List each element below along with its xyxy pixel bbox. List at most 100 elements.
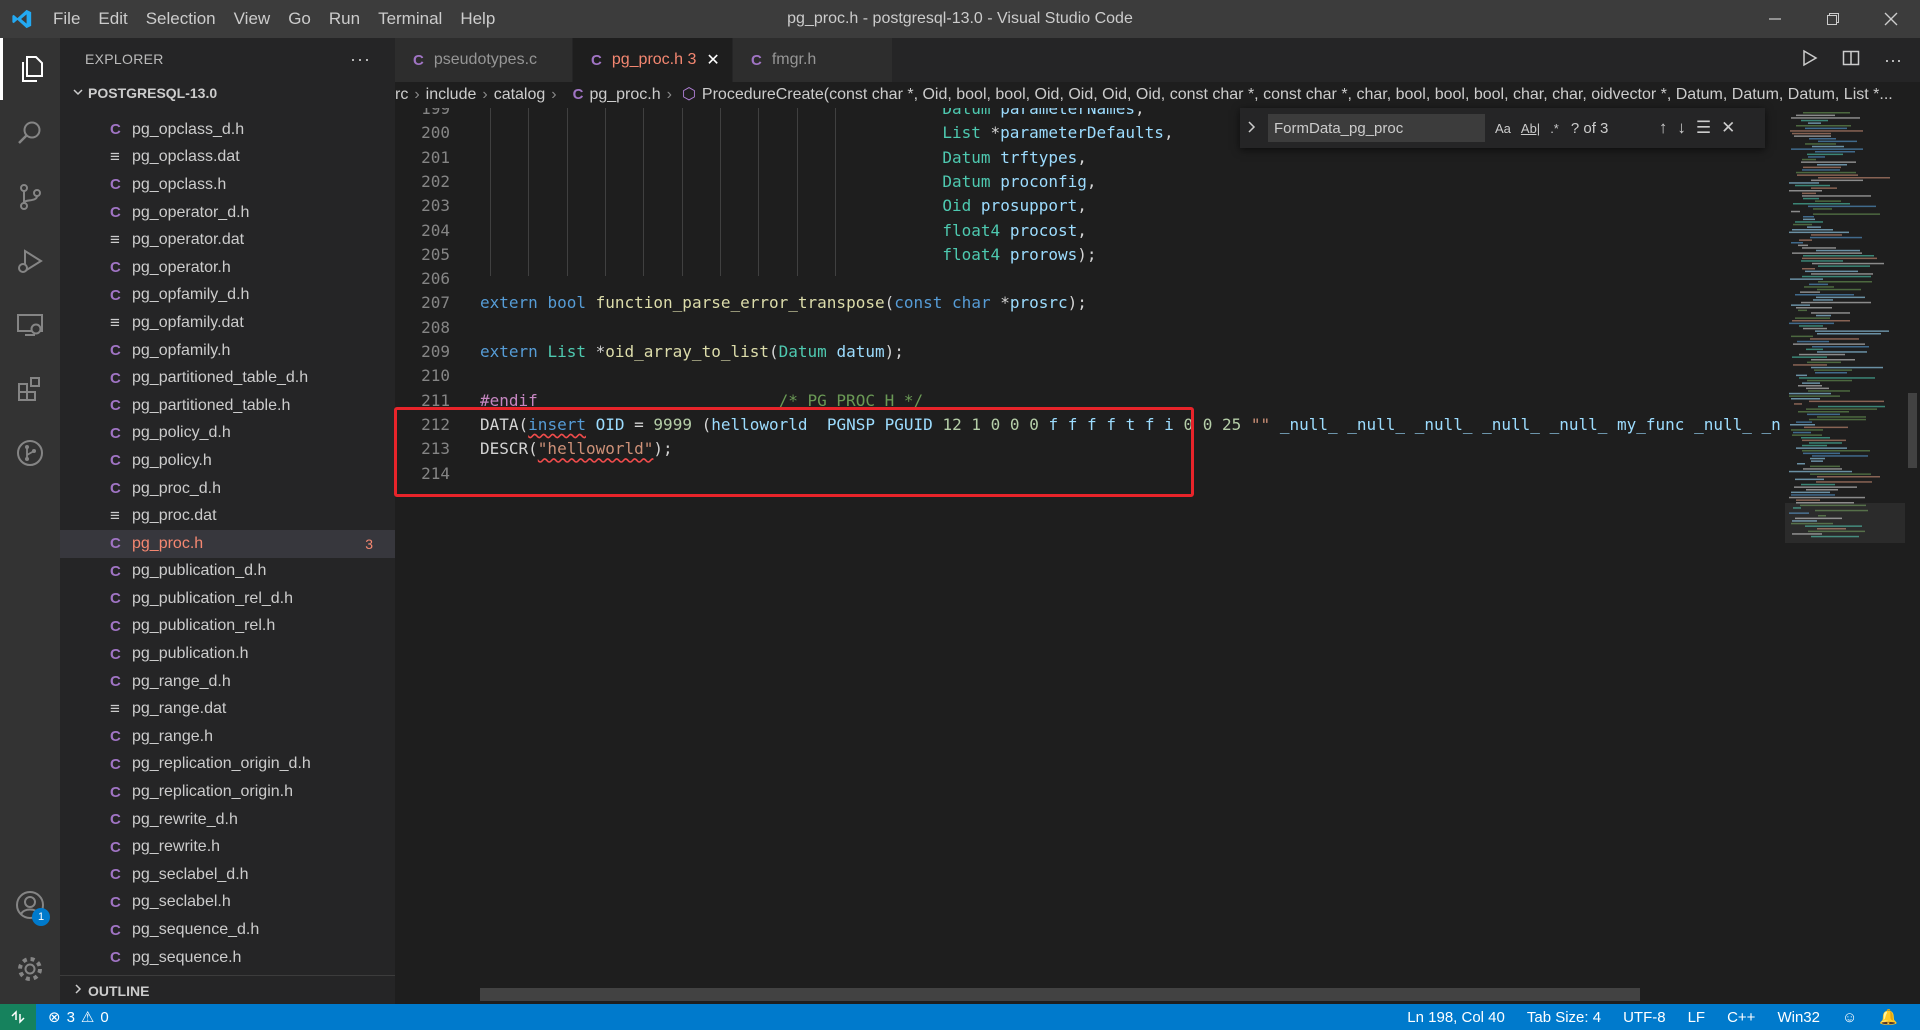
source-control-icon[interactable] — [0, 166, 60, 228]
close-find-icon[interactable]: ✕ — [1721, 118, 1735, 138]
menu-go[interactable]: Go — [279, 0, 320, 38]
code-line[interactable]: Datum trftypes, — [480, 146, 1087, 170]
file-tree-item[interactable]: Cpg_partitioned_table.h — [60, 392, 395, 420]
breadcrumb-rc[interactable]: rc — [395, 86, 408, 103]
accounts-icon[interactable]: 1 — [0, 874, 60, 936]
scrollbar-thumb[interactable] — [1908, 393, 1917, 468]
file-tree-item[interactable]: Cpg_policy.h — [60, 447, 395, 475]
file-tree-item[interactable]: Cpg_operator_d.h — [60, 199, 395, 227]
file-tree-item[interactable]: Cpg_seclabel_d.h — [60, 861, 395, 889]
notifications-icon[interactable]: 🔔 — [1879, 1008, 1898, 1026]
code-line[interactable]: List *parameterDefaults, — [480, 121, 1173, 145]
file-tree-item[interactable]: Cpg_opclass.h — [60, 171, 395, 199]
split-editor-icon[interactable] — [1842, 49, 1860, 72]
run-debug-icon[interactable] — [0, 230, 60, 292]
file-tree-item[interactable]: ≡ pg_opclass.dat — [60, 144, 395, 172]
next-match-icon[interactable]: ↓ — [1677, 118, 1686, 138]
code-line[interactable]: DESCR("helloworld"); — [480, 437, 673, 461]
breadcrumb-symbol[interactable]: ProcedureCreate(const char *, Oid, bool,… — [702, 86, 1893, 103]
git-graph-icon[interactable] — [0, 422, 60, 484]
workspace-root[interactable]: POSTGRESQL-13.0 — [60, 80, 395, 106]
file-tree-item[interactable]: Cpg_opclass_d.h — [60, 116, 395, 144]
file-tree-item[interactable]: Cpg_proc.h 3 — [60, 529, 395, 558]
menu-edit[interactable]: Edit — [89, 0, 136, 38]
minimap[interactable] — [1785, 108, 1905, 1004]
file-tree-item[interactable]: Cpg_seclabel.h — [60, 889, 395, 917]
file-tree-item[interactable]: Cpg_policy_d.h — [60, 420, 395, 448]
file-tree-item[interactable]: Cpg_publication_rel_d.h — [60, 585, 395, 613]
problems-indicator[interactable]: ⊗ 3 ⚠ 0 — [48, 1008, 109, 1027]
file-tree-item[interactable]: Cpg_publication_d.h — [60, 558, 395, 586]
file-tree-item[interactable]: Cpg_replication_origin.h — [60, 778, 395, 806]
file-tree-item[interactable]: Cpg_publication.h — [60, 640, 395, 668]
breadcrumb-include[interactable]: include — [426, 86, 477, 103]
minimize-button[interactable] — [1746, 0, 1804, 38]
file-tree-item[interactable]: Cpg_range.h — [60, 723, 395, 751]
file-tree-item[interactable]: Cpg_sequence_d.h — [60, 916, 395, 944]
remote-explorer-icon[interactable] — [0, 294, 60, 356]
extensions-icon[interactable] — [0, 358, 60, 420]
file-tree-item[interactable]: ≡ pg_opfamily.dat — [60, 309, 395, 337]
code-line[interactable]: float4 procost, — [480, 219, 1087, 243]
restore-button[interactable] — [1804, 0, 1862, 38]
menu-terminal[interactable]: Terminal — [369, 0, 451, 38]
file-tree-item[interactable]: ≡ pg_proc.dat — [60, 502, 395, 530]
menu-view[interactable]: View — [225, 0, 280, 38]
search-icon[interactable] — [0, 102, 60, 164]
horizontal-scrollbar[interactable] — [480, 988, 1640, 1001]
feedback-icon[interactable]: ☺ — [1842, 1009, 1857, 1026]
file-tree-item[interactable]: Cpg_opfamily.h — [60, 337, 395, 365]
menu-file[interactable]: File — [44, 0, 89, 38]
code-editor[interactable]: 199 200 201 202 203 204 205 206 207 208 209 210 211 2… — [395, 108, 1780, 1004]
more-actions-icon[interactable]: ··· — [350, 49, 371, 70]
language-mode[interactable]: C++ — [1727, 1009, 1755, 1026]
tab-pseudotypes[interactable]: C pseudotypes.c — [395, 38, 573, 82]
menu-selection[interactable]: Selection — [137, 0, 225, 38]
file-tree-item[interactable]: Cpg_opfamily_d.h — [60, 282, 395, 310]
whole-word-button[interactable]: Ab| — [1521, 121, 1540, 136]
code-line[interactable]: #endif /* PG_PROC_H */ — [480, 389, 923, 413]
find-in-selection-icon[interactable]: ☰ — [1696, 118, 1711, 138]
remote-indicator-icon[interactable] — [0, 1004, 36, 1030]
code-line[interactable]: extern List *oid_array_to_list(Datum dat… — [480, 340, 904, 364]
gear-icon[interactable] — [0, 938, 60, 1000]
menu-help[interactable]: Help — [451, 0, 504, 38]
encoding[interactable]: UTF-8 — [1623, 1009, 1666, 1026]
cursor-position[interactable]: Ln 198, Col 40 — [1407, 1009, 1505, 1026]
code-line[interactable]: DATA(insert OID = 9999 (helloworld PGNSP… — [480, 413, 1780, 437]
find-input[interactable] — [1268, 114, 1485, 142]
breadcrumb-file[interactable]: pg_proc.h — [589, 86, 660, 103]
file-tree-item[interactable]: ≡ pg_operator.dat — [60, 226, 395, 254]
vertical-scrollbar[interactable] — [1905, 108, 1920, 1004]
code-line[interactable]: extern bool function_parse_error_transpo… — [480, 291, 1087, 315]
tab-pg-proc[interactable]: C pg_proc.h 3 ✕ — [573, 38, 733, 82]
tab-fmgr[interactable]: C fmgr.h — [733, 38, 893, 82]
file-tree-item[interactable]: Cpg_operator.h — [60, 254, 395, 282]
tab-size[interactable]: Tab Size: 4 — [1527, 1009, 1601, 1026]
more-editor-actions-icon[interactable]: ··· — [1884, 50, 1902, 71]
file-tree-item[interactable]: Cpg_partitioned_table_d.h — [60, 364, 395, 392]
file-tree-item[interactable]: Cpg_rewrite_d.h — [60, 806, 395, 834]
file-tree-item[interactable]: Cpg_replication_origin_d.h — [60, 751, 395, 779]
code-line[interactable]: Datum parameterNames, — [480, 108, 1144, 121]
file-tree-item[interactable]: Cpg_rewrite.h — [60, 833, 395, 861]
code-line[interactable]: Datum proconfig, — [480, 170, 1096, 194]
toggle-replace-icon[interactable] — [1240, 120, 1264, 137]
regex-button[interactable]: .* — [1550, 121, 1559, 136]
run-file-icon[interactable] — [1800, 49, 1818, 72]
previous-match-icon[interactable]: ↑ — [1659, 118, 1668, 138]
file-tree-item[interactable]: ≡ pg_range.dat — [60, 695, 395, 723]
file-tree-item[interactable]: Cpg_sequence.h — [60, 944, 395, 972]
close-tab-icon[interactable]: ✕ — [706, 50, 719, 70]
explorer-icon[interactable] — [0, 38, 60, 100]
end-of-line[interactable]: LF — [1688, 1009, 1706, 1026]
close-window-button[interactable] — [1862, 0, 1920, 38]
match-case-button[interactable]: Aa — [1495, 121, 1511, 136]
file-tree-item[interactable]: Cpg_publication_rel.h — [60, 613, 395, 641]
outline-section[interactable]: OUTLINE — [60, 975, 395, 1004]
platform[interactable]: Win32 — [1777, 1009, 1820, 1026]
file-tree-item[interactable]: Cpg_proc_d.h — [60, 475, 395, 503]
code-line[interactable]: float4 prorows); — [480, 243, 1096, 267]
menu-run[interactable]: Run — [320, 0, 369, 38]
breadcrumb-catalog[interactable]: catalog — [494, 86, 546, 103]
